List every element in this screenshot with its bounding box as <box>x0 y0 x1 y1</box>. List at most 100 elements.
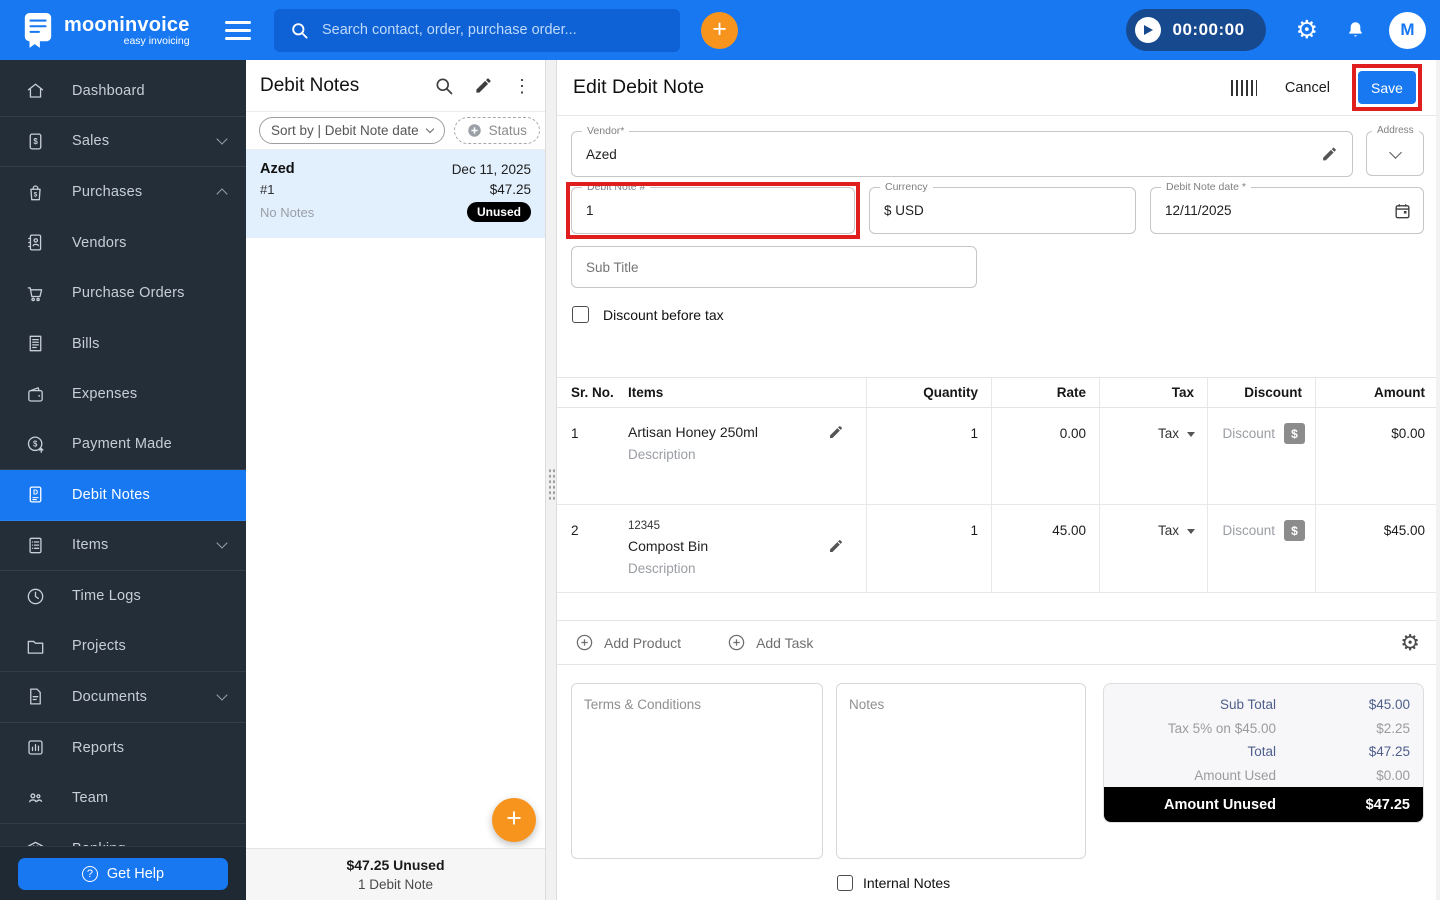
sidebar-item-label: Reports <box>72 739 125 756</box>
totals-row-sub-total: Sub Total $45.00 <box>1219 697 1410 713</box>
item-description-placeholder[interactable]: Description <box>628 561 848 576</box>
list-search-icon[interactable] <box>434 76 454 96</box>
main-header: Edit Debit Note Cancel Save <box>557 60 1440 116</box>
menu-icon[interactable] <box>225 20 251 40</box>
add-product-button[interactable]: Add Product <box>575 633 681 652</box>
settings-gear-icon[interactable]: ⚙ <box>1296 17 1318 43</box>
search-placeholder: Search contact, order, purchase order... <box>322 22 577 38</box>
plus-circle-icon <box>576 634 593 651</box>
date-value: 12/11/2025 <box>1165 203 1232 218</box>
play-icon[interactable] <box>1134 17 1161 43</box>
edit-item-pencil-icon[interactable] <box>828 538 844 554</box>
sidebar-item-payment-made[interactable]: $ Payment Made <box>0 420 246 470</box>
table-settings-gear-icon[interactable]: ⚙ <box>1400 631 1420 654</box>
doc-icon <box>24 686 46 708</box>
discount-cell[interactable]: Discount $ <box>1207 505 1315 592</box>
item-quantity[interactable]: 1 <box>866 408 991 504</box>
cancel-button[interactable]: Cancel <box>1285 80 1330 96</box>
calendar-icon[interactable] <box>1393 201 1412 220</box>
discount-before-tax-checkbox[interactable] <box>572 306 589 323</box>
status-filter-pill[interactable]: Status <box>453 117 540 144</box>
discount-type-dollar-button[interactable]: $ <box>1284 423 1305 444</box>
brand-logo[interactable]: mooninvoice easy invoicing <box>22 11 204 49</box>
edit-vendor-pencil-icon[interactable] <box>1321 146 1338 163</box>
panel-resize-handle[interactable] <box>545 60 557 900</box>
user-avatar[interactable]: M <box>1389 11 1426 49</box>
debit-note-list-item[interactable]: Azed Dec 11, 2025 #1 $47.25 No Notes Unu… <box>246 150 545 238</box>
notes-textarea[interactable]: Notes <box>836 683 1086 859</box>
time-tracker[interactable]: 00:00:00 <box>1125 9 1266 51</box>
plus-circle-icon <box>728 634 745 651</box>
sidebar-item-purchases[interactable]: $ Purchases <box>0 167 246 218</box>
sort-by-pill[interactable]: Sort by | Debit Note date <box>259 117 445 144</box>
discount-type-dollar-button[interactable]: $ <box>1284 520 1305 541</box>
dropdown-arrow-icon <box>1187 432 1195 437</box>
add-task-button[interactable]: Add Task <box>727 633 813 652</box>
sidebar-item-expenses[interactable]: Expenses <box>0 369 246 420</box>
chevron-up-icon <box>216 188 228 200</box>
item-cell[interactable]: 12345 Compost Bin Description <box>619 505 866 592</box>
sidebar-item-documents[interactable]: Documents <box>0 672 246 723</box>
list-footer: $47.25 Unused 1 Debit Note <box>246 848 545 900</box>
column-header-items: Items <box>628 385 664 400</box>
subtitle-field[interactable]: Sub Title <box>571 246 977 288</box>
sidebar-item-vendors[interactable]: Vendors <box>0 218 246 269</box>
sidebar-item-debit-notes[interactable]: D Debit Notes <box>0 470 246 521</box>
reports-icon <box>24 737 46 759</box>
sidebar-item-sales[interactable]: $ Sales <box>0 117 246 167</box>
totals-row-amount-used: Amount Used $0.00 <box>1194 767 1410 783</box>
edit-item-pencil-icon[interactable] <box>828 424 844 440</box>
items-icon <box>24 534 46 556</box>
home-icon <box>24 80 46 102</box>
more-options-icon[interactable]: ⋮ <box>513 77 531 95</box>
debit-notes-list-panel: Debit Notes ⋮ Sort by | Debit Note date … <box>246 60 545 900</box>
debit-note-number-field[interactable]: Debit Note # 1 <box>571 181 855 234</box>
item-rate[interactable]: 45.00 <box>991 505 1099 592</box>
sidebar-item-banking[interactable]: Banking <box>0 824 246 846</box>
save-button[interactable]: Save <box>1358 71 1416 104</box>
sidebar-item-label: Vendors <box>72 234 127 251</box>
sidebar-item-reports[interactable]: Reports <box>0 723 246 774</box>
add-debit-note-fab[interactable]: + <box>492 798 536 842</box>
debit-note-date-field[interactable]: Debit Note date * 12/11/2025 <box>1150 181 1424 234</box>
grip-dots-icon <box>547 468 555 502</box>
get-help-button[interactable]: ? Get Help <box>18 857 228 890</box>
amount-unused-label: Amount Unused <box>1164 796 1276 813</box>
quick-add-button[interactable]: + <box>701 11 738 49</box>
purchases-icon: $ <box>24 181 46 203</box>
sidebar-item-label: Purchase Orders <box>72 285 185 302</box>
footer-count: 1 Debit Note <box>357 877 434 892</box>
item-description-placeholder[interactable]: Description <box>628 447 848 462</box>
currency-field[interactable]: Currency $ USD <box>869 181 1136 234</box>
sales-icon: $ <box>24 130 46 152</box>
sidebar-item-purchase-orders[interactable]: Purchase Orders <box>0 268 246 319</box>
sidebar-item-bills[interactable]: Bills <box>0 319 246 370</box>
item-cell[interactable]: Artisan Honey 250ml Description <box>619 408 866 504</box>
sidebar-item-time-logs[interactable]: Time Logs <box>0 571 246 622</box>
new-debit-note-pencil-icon[interactable] <box>474 76 493 95</box>
item-quantity[interactable]: 1 <box>866 505 991 592</box>
tax-dropdown[interactable]: Tax <box>1099 408 1207 504</box>
column-header-rate: Rate <box>991 378 1099 407</box>
notifications-bell-icon[interactable] <box>1345 20 1366 41</box>
main-scrollbar[interactable] <box>1436 60 1440 900</box>
topbar: mooninvoice easy invoicing Search contac… <box>0 0 1440 60</box>
sidebar-item-projects[interactable]: Projects <box>0 622 246 672</box>
internal-notes-checkbox[interactable] <box>837 875 853 891</box>
vendor-field[interactable]: Vendor* Azed <box>571 125 1353 177</box>
item-amount: $45.00 <box>1315 505 1440 592</box>
sidebar-item-items[interactable]: Items <box>0 521 246 571</box>
item-rate[interactable]: 0.00 <box>991 408 1099 504</box>
list-panel-title: Debit Notes <box>260 74 360 96</box>
chevron-down-icon <box>216 133 228 145</box>
discount-cell[interactable]: Discount $ <box>1207 408 1315 504</box>
tax-dropdown[interactable]: Tax <box>1099 505 1207 592</box>
items-table: Sr. No. Items Quantity Rate Tax Discount Amoun… <box>557 377 1440 665</box>
address-dropdown[interactable]: Address <box>1366 125 1424 176</box>
global-search-input[interactable]: Search contact, order, purchase order... <box>274 8 680 52</box>
entry-notes: No Notes <box>260 204 315 220</box>
terms-conditions-textarea[interactable]: Terms & Conditions <box>571 683 823 859</box>
sidebar-item-team[interactable]: Team <box>0 773 246 824</box>
sidebar-item-dashboard[interactable]: Dashboard <box>0 66 246 117</box>
barcode-scan-icon[interactable] <box>1230 79 1257 96</box>
